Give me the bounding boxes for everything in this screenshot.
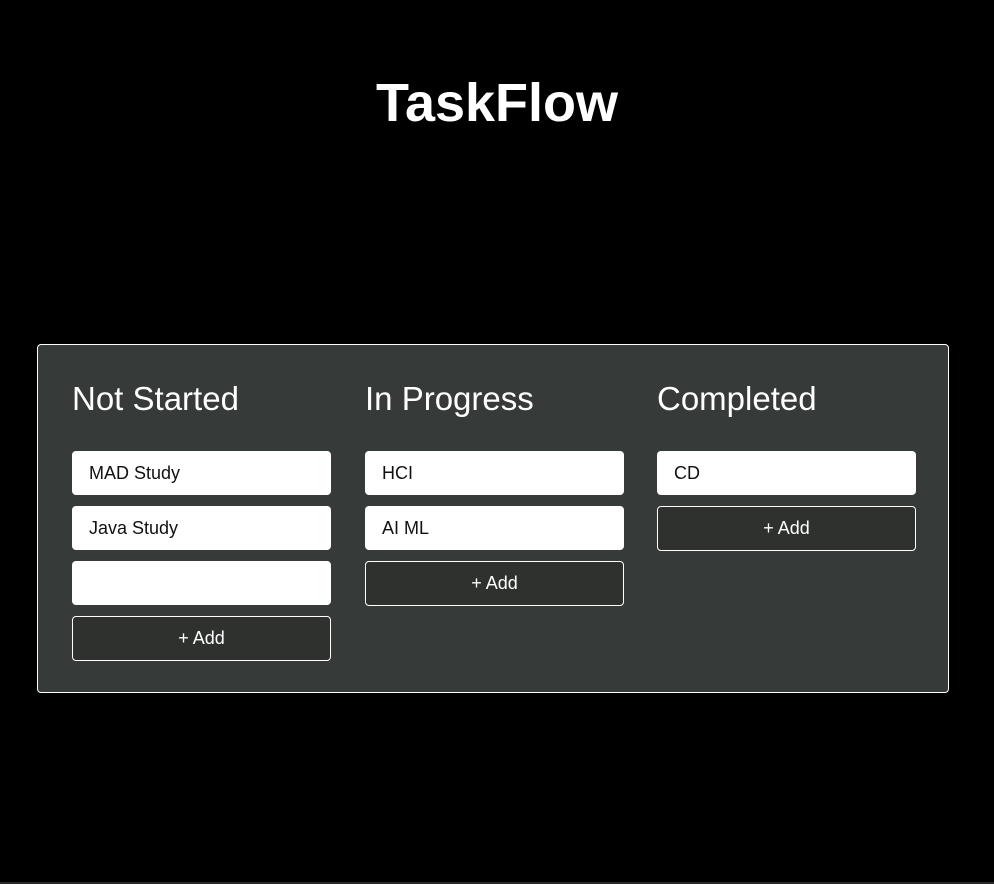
column-title: Completed (657, 380, 817, 417)
task-card[interactable]: MAD Study (72, 451, 331, 495)
card-list: MAD Study Java Study + Add (72, 451, 331, 661)
task-card[interactable]: Java Study (72, 506, 331, 550)
column-not-started: Not Started MAD Study Java Study + Add (72, 377, 331, 661)
add-card-button[interactable]: + Add (72, 616, 331, 661)
card-list: CD + Add (657, 451, 916, 551)
add-card-button[interactable]: + Add (657, 506, 916, 551)
task-card[interactable]: HCI (365, 451, 624, 495)
task-card-empty[interactable] (72, 561, 331, 605)
column-in-progress: In Progress HCI AI ML + Add (365, 377, 624, 606)
column-title: In Progress (365, 380, 534, 417)
add-card-button[interactable]: + Add (365, 561, 624, 606)
kanban-board: Not Started MAD Study Java Study + Add I… (37, 344, 949, 693)
card-list: HCI AI ML + Add (365, 451, 624, 606)
task-card[interactable]: AI ML (365, 506, 624, 550)
task-card[interactable]: CD (657, 451, 916, 495)
column-completed: Completed CD + Add (657, 377, 916, 551)
app-title: TaskFlow (375, 73, 619, 133)
column-title: Not Started (72, 380, 239, 417)
